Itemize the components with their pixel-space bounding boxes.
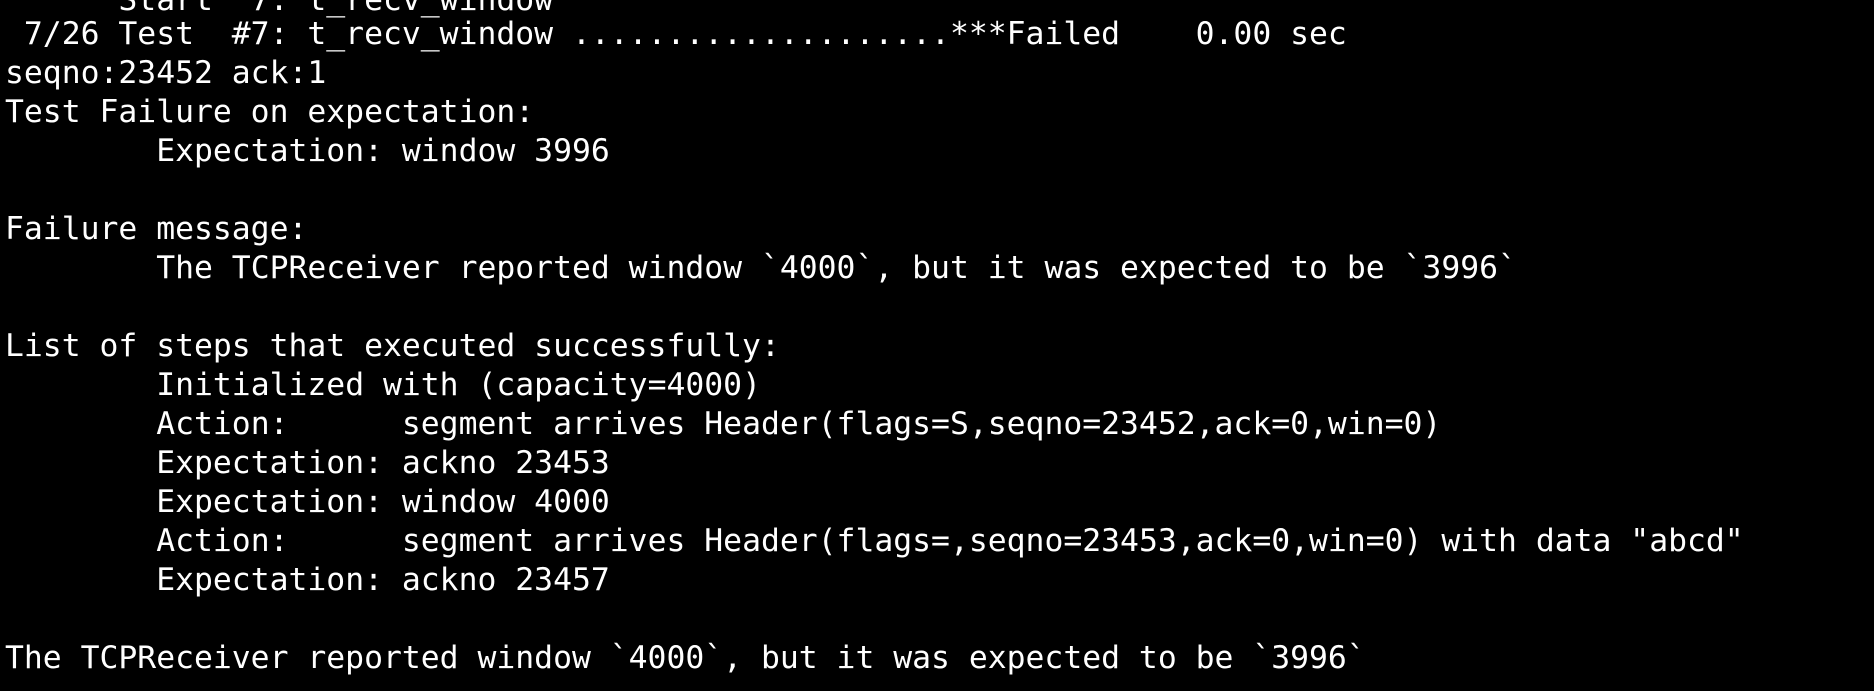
terminal-line-test-result: 7/26 Test #7: t_recv_window ............… [5, 16, 1347, 52]
terminal-line-step-expectation: Expectation: ackno 23453 [5, 445, 610, 481]
terminal-line-step-action: Action: segment arrives Header(flags=,se… [5, 523, 1744, 559]
terminal-line-failure-heading: Test Failure on expectation: [5, 94, 535, 130]
terminal-output[interactable]: Start 7: t_recv_window 7/26 Test #7: t_r… [0, 0, 1874, 691]
terminal-line-failure-message-heading: Failure message: [5, 211, 308, 247]
terminal-line-steps-heading: List of steps that executed successfully… [5, 328, 780, 364]
terminal-line-seqno: seqno:23452 ack:1 [5, 55, 327, 91]
terminal-line-failed-expectation: Expectation: window 3996 [5, 133, 610, 169]
terminal-line-step-action: Action: segment arrives Header(flags=S,s… [5, 406, 1442, 442]
terminal-line-step-expectation: Expectation: window 4000 [5, 484, 610, 520]
terminal-line-step-init: Initialized with (capacity=4000) [5, 367, 761, 403]
terminal-line-step-expectation: Expectation: ackno 23457 [5, 562, 610, 598]
terminal-line-final-error: The TCPReceiver reported window `4000`, … [5, 640, 1366, 676]
terminal-line-failure-message: The TCPReceiver reported window `4000`, … [5, 250, 1517, 286]
